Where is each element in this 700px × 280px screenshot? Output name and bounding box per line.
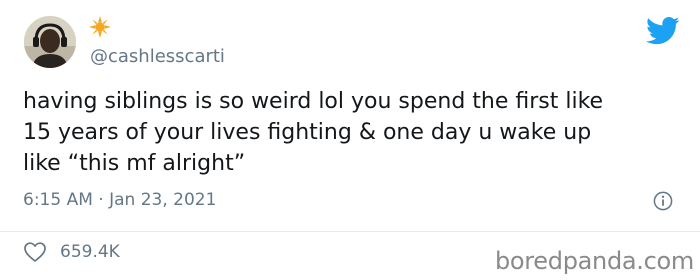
like-count: 659.4K [60,242,120,262]
person-headphones-avatar-icon [24,16,76,68]
author-handle[interactable]: @cashlesscarti [90,46,225,68]
star-icon [89,16,111,38]
tweet-text-line: 15 years of your lives fighting & one da… [23,120,592,145]
tweet-text-line: like “this mf alright” [23,151,246,176]
tweet-text: having siblings is so weird lol you spen… [23,86,683,179]
twitter-bird-icon[interactable] [646,16,680,46]
info-icon[interactable] [653,191,673,211]
tweet-text-line: having siblings is so weird lol you spen… [23,89,604,114]
avatar[interactable] [24,16,76,68]
tweet-timestamp[interactable]: 6:15 AM · Jan 23, 2021 [23,189,216,211]
heart-icon[interactable] [23,241,47,263]
tweet-card: @cashlesscarti having siblings is so wei… [0,0,700,280]
watermark: boredpanda.com [494,247,694,275]
divider [0,231,700,232]
